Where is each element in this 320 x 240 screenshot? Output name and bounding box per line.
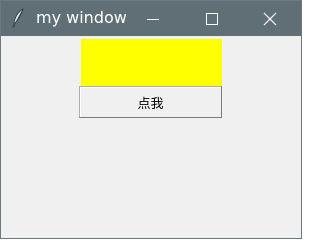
maximize-icon — [206, 12, 218, 25]
window-content: 点我 — [1, 36, 301, 238]
minimize-icon — [147, 18, 159, 20]
click-me-button[interactable]: 点我 — [79, 86, 222, 118]
close-button[interactable] — [247, 1, 293, 36]
feather-icon — [12, 8, 24, 28]
color-box — [81, 39, 222, 86]
close-icon — [263, 12, 277, 25]
title-bar[interactable]: my window — [1, 1, 301, 36]
app-window: my window 点我 — [0, 0, 302, 239]
window-title: my window — [36, 8, 127, 27]
minimize-button[interactable] — [130, 1, 176, 36]
maximize-button[interactable] — [189, 1, 235, 36]
